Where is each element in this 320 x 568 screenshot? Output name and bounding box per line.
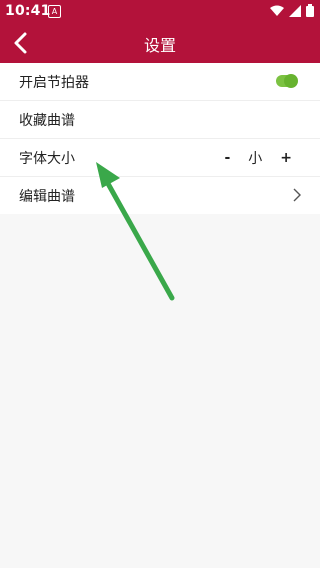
chevron-right-icon <box>293 188 301 202</box>
page-title: 设置 <box>143 36 176 55</box>
nav-bar: 设置 <box>0 24 320 63</box>
favorites-row[interactable]: 收藏曲谱 <box>0 101 320 139</box>
metronome-label: 开启节拍器 <box>19 74 89 91</box>
wifi-icon <box>270 5 284 16</box>
metronome-row[interactable]: 开启节拍器 <box>0 63 320 101</box>
battery-icon <box>306 4 314 17</box>
status-icons <box>270 4 314 17</box>
font-size-controls: - 小 + <box>224 139 292 176</box>
font-decrease-button[interactable]: - <box>224 150 230 166</box>
notification-icon: A <box>48 5 61 18</box>
font-size-value: 小 <box>248 150 263 167</box>
metronome-toggle[interactable] <box>276 74 298 88</box>
app-header: 10:41 A 设置 <box>0 0 320 63</box>
status-bar: 10:41 A <box>0 0 320 24</box>
toggle-knob <box>284 74 298 88</box>
pointer-arrow-icon <box>96 162 175 301</box>
signal-icon <box>289 4 301 17</box>
status-time: 10:41 <box>5 3 51 19</box>
favorites-label: 收藏曲谱 <box>19 112 75 129</box>
font-size-label: 字体大小 <box>19 150 75 167</box>
font-increase-button[interactable]: + <box>280 150 292 166</box>
edit-score-label: 编辑曲谱 <box>19 188 75 205</box>
